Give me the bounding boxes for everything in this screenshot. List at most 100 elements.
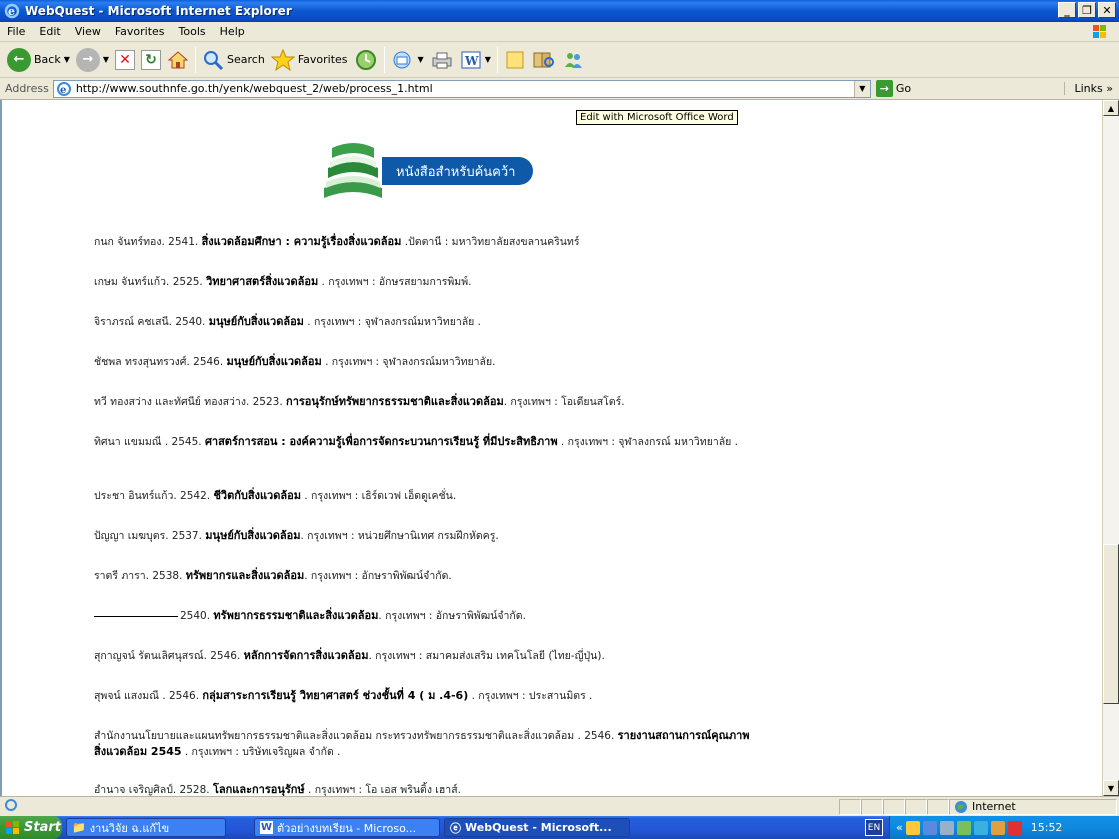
taskbar: Start 📁 งานวิจัย ฉ.แก้ไข W ตัวอย่างบทเรี… [0,816,1119,839]
word-icon: W [461,51,481,68]
books-icon [324,143,382,198]
history-button[interactable] [351,45,381,75]
menu-view[interactable]: View [68,25,108,38]
reference-item: สุกาญจน์ รัตนเลิศนุสรณ์. 2546. หลักการจั… [94,649,605,662]
reference-item: จิราภรณ์ คชเสนี. 2540. มนุษย์กับสิ่งแวดล… [94,315,482,328]
address-url: http://www.southnfe.go.th/yenk/webquest_… [75,82,433,95]
antivirus-icon[interactable] [1007,820,1022,835]
author-repeat-line [94,615,178,617]
history-icon [355,49,376,70]
word-edit-tooltip: Edit with Microsoft Office Word [576,110,738,125]
reference-item: อำนาจ เจริญศิลป์. 2528. โลกและการอนุรักษ… [94,783,461,796]
stop-icon: ✕ [115,49,136,70]
printer-icon [432,52,452,68]
word-icon: W [260,821,273,834]
research-button[interactable] [529,45,559,75]
page-content: หนังสือสำหรับค้นคว้า กนก จันทร์ทอง. 2541… [0,100,1119,796]
standard-toolbar: ← Back ▼ → ▼ ✕ ↻ Search Favorites ▼ W ▼ [0,42,1119,78]
scroll-down-icon[interactable]: ▼ [1103,780,1119,796]
shield-icon[interactable] [905,820,920,835]
print-button[interactable] [427,45,457,75]
messenger-icon [564,52,582,68]
menu-favorites[interactable]: Favorites [108,25,172,38]
security-zone: Internet [949,798,1117,815]
search-button[interactable]: Search [199,45,268,75]
menu-tools[interactable]: Tools [172,25,213,38]
refresh-icon: ↻ [141,49,162,70]
monitor-icon[interactable] [973,820,988,835]
page-status-icon [4,798,18,815]
home-button[interactable] [164,45,192,75]
back-arrow-icon: ← [7,47,31,72]
tray-expand-icon[interactable]: « [896,821,903,834]
svg-text:W: W [464,54,479,68]
research-icon [533,52,554,67]
restore-button[interactable]: ❐ [1078,2,1096,18]
back-button[interactable]: ← Back ▼ [4,45,73,75]
app-tray-icon[interactable] [956,820,971,835]
reference-item: สุพจน์ แสงมณี . 2546. กลุ่มสาระการเรียนร… [94,689,593,702]
reference-item: 2540. ทรัพยากรธรรมชาติและสิ่งแวดล้อม. กร… [94,608,1054,624]
windows-logo-icon [6,820,19,834]
menu-edit[interactable]: Edit [32,25,67,38]
address-label: Address [5,82,49,95]
reference-item: ทิศนา แขมมณี . 2545. ศาสตร์การสอน : องค์… [94,435,739,448]
menu-file[interactable]: File [0,25,32,38]
books-banner: หนังสือสำหรับค้นคว้า [318,138,534,204]
network-icon[interactable] [922,820,937,835]
reference-item: ประชา อินทร์แก้ว. 2542. ชีวิตกับสิ่งแวดล… [94,489,457,502]
address-input[interactable]: e http://www.southnfe.go.th/yenk/webques… [52,79,871,98]
clock[interactable]: 15:52 [1031,821,1063,834]
scrollbar-thumb[interactable] [1103,544,1119,704]
language-indicator[interactable]: EN [865,819,883,836]
minimize-button[interactable]: _ [1058,2,1076,18]
menu-help[interactable]: Help [213,25,252,38]
go-button[interactable]: → Go [875,80,911,97]
taskbar-item-word[interactable]: W ตัวอย่างบทเรียน - Microso... [254,818,440,837]
folder-icon [506,51,524,68]
vertical-scrollbar[interactable]: ▲ ▼ [1102,100,1119,796]
edit-word-button[interactable]: W ▼ [457,45,494,75]
scroll-up-icon[interactable]: ▲ [1103,100,1119,116]
reference-item: ปัญญา เมฆบุตร. 2537. มนุษย์กับสิ่งแวดล้อ… [94,529,499,542]
address-dropdown-icon[interactable]: ▼ [853,80,870,97]
forward-button[interactable]: → ▼ [73,45,112,75]
taskbar-item-webquest[interactable]: ⓔ WebQuest - Microsoft... [444,818,630,837]
notes-button[interactable] [501,45,529,75]
cube-icon[interactable] [990,820,1005,835]
stop-button[interactable]: ✕ [112,45,138,75]
system-tray: « 15:52 [889,816,1119,839]
title-bar: e WebQuest - Microsoft Internet Explorer… [0,0,1119,22]
globe-icon [955,800,967,813]
address-bar: Address e http://www.southnfe.go.th/yenk… [0,78,1119,100]
search-icon [204,50,224,70]
start-button[interactable]: Start [0,816,62,839]
chevron-down-icon: ▼ [417,55,424,64]
close-button[interactable]: ✕ [1098,2,1116,18]
ie-icon: ⓔ [450,821,461,835]
mail-button[interactable]: ▼ [388,45,427,75]
device-icon[interactable] [939,820,954,835]
window-title: WebQuest - Microsoft Internet Explorer [25,4,292,18]
links-button[interactable]: Links » [1063,82,1119,95]
windows-flag-icon [1087,24,1113,40]
favorites-button[interactable]: Favorites [268,45,351,75]
reference-item: สำนักงานนโยบายและแผนทรัพยากรธรรมชาติและส… [94,729,750,758]
banner-label: หนังสือสำหรับค้นคว้า [382,157,534,185]
svg-text:e: e [8,5,15,18]
chevron-down-icon: ▼ [102,55,110,64]
status-bar: Internet [0,796,1119,816]
refresh-button[interactable]: ↻ [138,45,164,75]
ie-icon: e [4,3,20,19]
svg-text:e: e [60,85,66,96]
chevron-down-icon: ▼ [484,55,491,64]
reference-item: ราตรี ภารา. 2538. ทรัพยากรและสิ่งแวดล้อม… [94,569,452,582]
mail-icon [393,51,411,68]
reference-item: กนก จันทร์ทอง. 2541. สิ่งแวดล้อมศึกษา : … [94,235,580,248]
chevron-right-icon: » [1106,82,1113,95]
star-icon [270,48,295,71]
messenger-button[interactable] [559,45,589,75]
taskbar-item-folder[interactable]: 📁 งานวิจัย ฉ.แก้ไข [66,818,226,837]
forward-arrow-icon: → [75,47,100,72]
chevron-down-icon: ▼ [63,55,70,64]
